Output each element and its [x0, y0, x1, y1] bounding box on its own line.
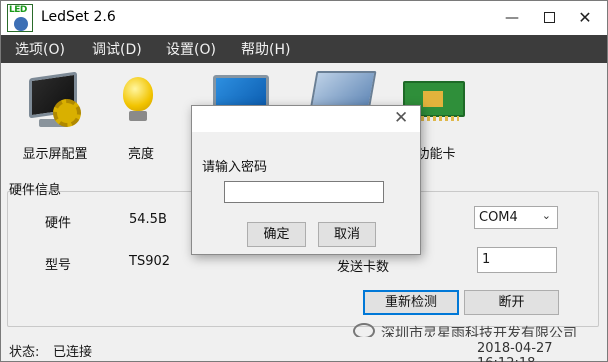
app-logo-text: LED [9, 5, 27, 15]
status-value: 已连接 [53, 345, 93, 360]
password-input[interactable] [224, 181, 384, 203]
menu-debug[interactable]: 调试(D) [92, 39, 142, 59]
cancel-button[interactable]: 取消 [318, 222, 376, 247]
status-bar: 状态: 已连接 2018-04-27 16:12:18 [1, 337, 607, 362]
maximize-icon [543, 12, 555, 23]
gear-icon [14, 17, 28, 31]
chip-icon [423, 91, 443, 107]
toolbar-display-config[interactable]: 显示屏配置 [17, 71, 93, 162]
status-label: 状态: [9, 345, 40, 360]
status-timestamp: 2018-04-27 16:12:18 [477, 341, 553, 362]
menu-bar: 选项(O) 调试(D) 设置(O) 帮助(H) [1, 35, 607, 63]
gear-icon [53, 99, 81, 127]
chevron-down-icon: ⌄ [541, 209, 551, 222]
menu-options[interactable]: 选项(O) [15, 39, 65, 59]
com-port-value: COM4 [479, 210, 518, 225]
main-window: LED LedSet 2.6 — ✕ 选项(O) 调试(D) 设置(O) 帮助(… [0, 0, 608, 362]
password-prompt: 请输入密码 [202, 160, 268, 175]
app-logo-icon: LED [7, 4, 33, 32]
com-port-select[interactable]: COM4 ⌄ [474, 206, 558, 229]
dialog-title-bar[interactable]: ✕ [192, 106, 420, 132]
disconnect-button[interactable]: 断开 [464, 290, 559, 315]
model-value: TS902 [129, 254, 171, 269]
hardware-value: 54.5B [129, 212, 167, 227]
maximize-button[interactable] [532, 5, 566, 31]
close-button[interactable]: ✕ [568, 5, 602, 31]
model-label: 型号 [45, 258, 72, 273]
hardware-info-heading: 硬件信息 [9, 183, 62, 198]
redetect-button[interactable]: 重新检测 [363, 290, 459, 315]
minimize-button[interactable]: — [495, 5, 529, 31]
menu-help[interactable]: 帮助(H) [241, 39, 290, 59]
menu-settings[interactable]: 设置(O) [166, 39, 216, 59]
send-card-count-field[interactable]: 1 [477, 247, 557, 273]
close-icon[interactable]: ✕ [394, 108, 408, 128]
send-card-count-value: 1 [482, 252, 491, 267]
toolbar-label: 亮度 [127, 147, 154, 162]
title-bar[interactable]: LED LedSet 2.6 — ✕ [1, 1, 607, 35]
toolbar-brightness[interactable]: 亮度 [111, 71, 171, 162]
lightbulb-base-icon [129, 111, 147, 121]
lightbulb-icon [123, 77, 153, 111]
password-dialog: ✕ 请输入密码 确定 取消 [191, 105, 421, 255]
toolbar-label: 显示屏配置 [22, 147, 88, 162]
hardware-label: 硬件 [45, 216, 72, 231]
send-card-count-label: 发送卡数 [337, 260, 390, 275]
confirm-button[interactable]: 确定 [247, 222, 306, 247]
window-title: LedSet 2.6 [41, 9, 116, 25]
